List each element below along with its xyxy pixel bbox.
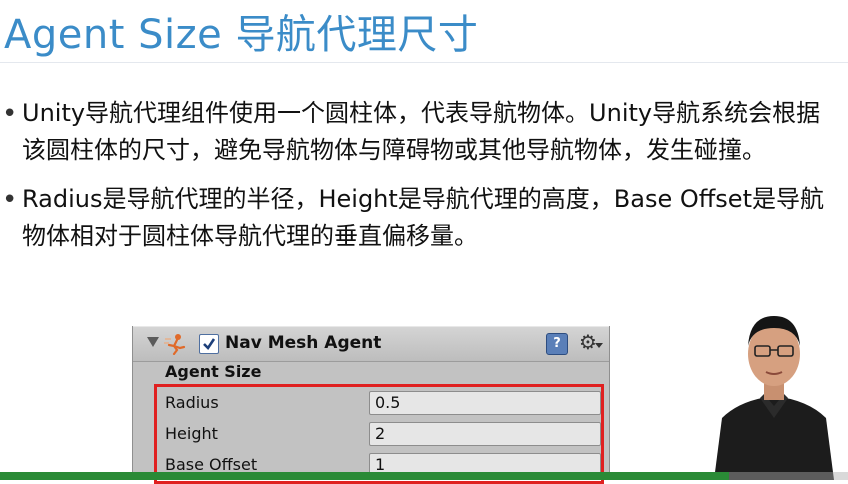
presenter-video <box>700 300 848 480</box>
agent-size-section-label: Agent Size <box>165 362 262 381</box>
bullet-item: • Radius是导航代理的半径，Height是导航代理的高度，Base Off… <box>0 181 832 255</box>
help-icon[interactable]: ? <box>546 333 568 355</box>
title-divider <box>0 62 848 63</box>
component-header[interactable]: Nav Mesh Agent ? ⚙ <box>133 326 609 362</box>
bullet-marker: • <box>2 185 18 215</box>
nav-mesh-agent-icon <box>163 333 189 356</box>
component-enabled-checkbox[interactable] <box>199 334 219 354</box>
bullet-list: • Unity导航代理组件使用一个圆柱体，代表导航物体。Unity导航系统会根据… <box>0 95 848 267</box>
component-title: Nav Mesh Agent <box>225 333 382 353</box>
bullet-text: Unity导航代理组件使用一个圆柱体，代表导航物体。Unity导航系统会根据该圆… <box>22 99 821 164</box>
gear-dropdown-caret[interactable] <box>595 343 603 348</box>
bullet-item: • Unity导航代理组件使用一个圆柱体，代表导航物体。Unity导航系统会根据… <box>0 95 832 169</box>
radius-label: Radius <box>165 393 219 412</box>
radius-field[interactable]: 0.5 <box>369 391 601 415</box>
gear-icon[interactable]: ⚙ <box>579 330 597 354</box>
inspector-panel: Nav Mesh Agent ? ⚙ Agent Size Radius 0.5… <box>132 326 610 484</box>
bullet-marker: • <box>2 99 18 129</box>
bullet-text: Radius是导航代理的半径，Height是导航代理的高度，Base Offse… <box>22 185 824 250</box>
video-progress-fill <box>0 472 730 480</box>
foldout-arrow-icon[interactable] <box>147 337 159 347</box>
video-progress-bar[interactable] <box>0 472 848 480</box>
height-field[interactable]: 2 <box>369 422 601 446</box>
slide-title: Agent Size 导航代理尺寸 <box>4 12 479 58</box>
height-label: Height <box>165 424 218 443</box>
